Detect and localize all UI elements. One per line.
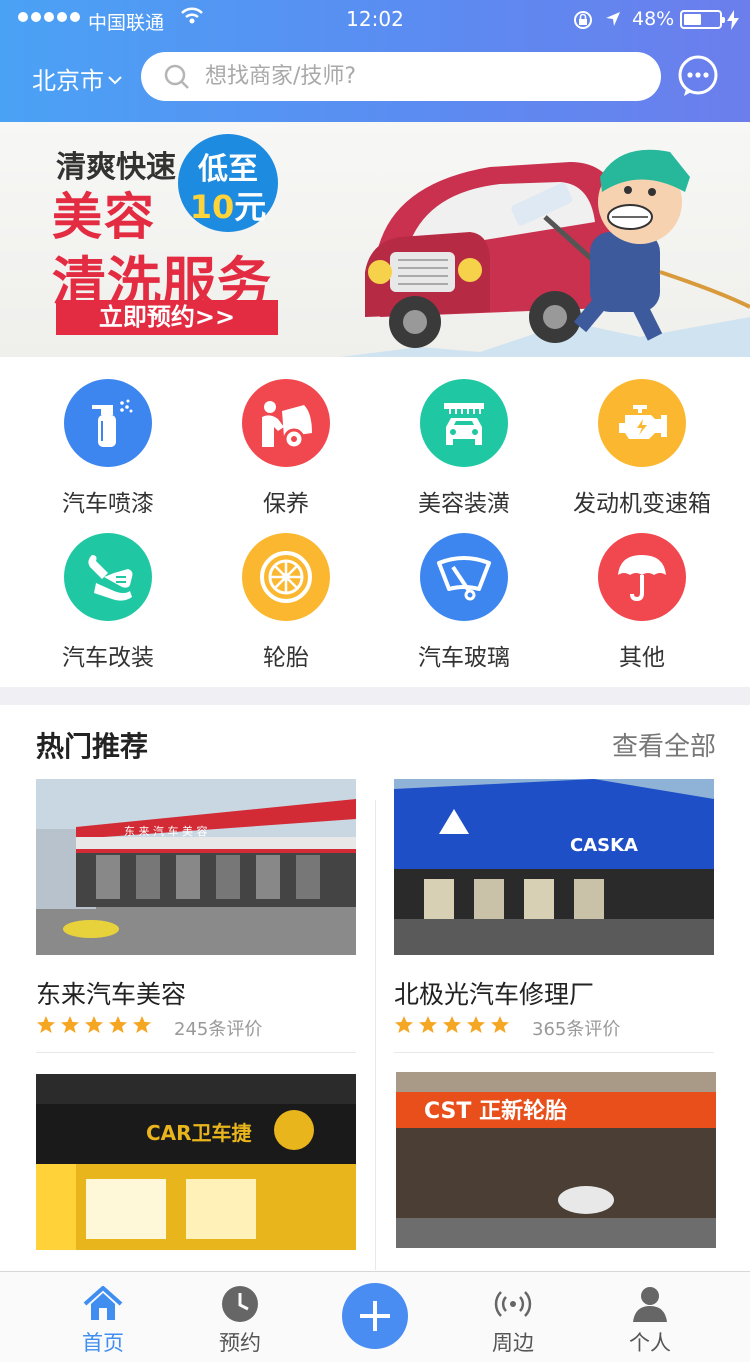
shop-photo: CASKA: [394, 779, 714, 955]
shop-sign-text: CAR卫车捷: [146, 1121, 253, 1145]
star-icon: [37, 1016, 55, 1033]
tab-label: 预约: [219, 1331, 261, 1355]
tab-home[interactable]: 首页: [38, 1272, 168, 1362]
search-icon: [164, 64, 189, 89]
status-bar: 中国联通 12:02 48%: [0, 0, 750, 40]
star-icon: [109, 1016, 127, 1033]
category-label: 汽车改装: [62, 645, 154, 671]
shop-sign-text: CASKA: [570, 835, 638, 856]
tab-label: 首页: [82, 1331, 124, 1355]
category-icon-circle: [64, 533, 152, 621]
city-label: 北京市: [32, 67, 104, 95]
tab-label: 周边: [492, 1331, 534, 1355]
star-icon: [419, 1016, 437, 1033]
star-icon: [491, 1016, 509, 1033]
category-icon-circle: [420, 533, 508, 621]
category-icon-circle: [242, 379, 330, 467]
category-label: 汽车玻璃: [418, 645, 510, 671]
shop-photo: 东 来 汽 车 美 容: [36, 779, 356, 955]
search-input[interactable]: [205, 64, 625, 89]
category-car-paint[interactable]: 汽车喷漆: [18, 357, 198, 517]
tab-booking[interactable]: 预约: [175, 1272, 305, 1362]
battery-percent: 48%: [632, 8, 675, 30]
category-icon-circle: [598, 533, 686, 621]
category-icon-circle: [64, 379, 152, 467]
promo-banner[interactable]: 清爽快速 美容 清洗服务 低至 10元 立即预约>>: [0, 122, 750, 357]
battery-icon: [680, 10, 725, 29]
row-divider: [36, 1052, 356, 1053]
category-label: 轮胎: [263, 645, 309, 671]
category-engine-gearbox[interactable]: 发动机变速箱: [552, 357, 732, 517]
plus-icon: [360, 1301, 390, 1331]
shop-card-beijiguang[interactable]: CASKA 北极光汽车修理厂 365条评价: [394, 779, 714, 1040]
car-wash-icon: [444, 403, 484, 445]
radar-icon: [494, 1291, 532, 1317]
city-selector[interactable]: 北京市: [32, 61, 122, 96]
view-all-link[interactable]: 查看全部: [612, 726, 716, 763]
app-root: 中国联通 12:02 48% 北京市 清爽快速 美容 清洗服务 低至 10元 立…: [0, 0, 750, 1362]
shop-sign-text: 东 来 汽 车 美 容: [124, 824, 207, 838]
star-icon: [443, 1016, 461, 1033]
tab-nearby[interactable]: 周边: [448, 1272, 578, 1362]
wrench-hand-icon: [88, 555, 133, 601]
rating-stars: [394, 1015, 510, 1035]
car-repair-icon: [262, 401, 312, 450]
star-icon: [467, 1016, 485, 1033]
wiper-icon: [437, 556, 491, 601]
bubble-unit: 元: [234, 188, 267, 226]
search-bar[interactable]: [141, 52, 661, 101]
chevron-down-icon: [108, 75, 122, 84]
top-header: 中国联通 12:02 48% 北京市: [0, 0, 750, 122]
star-icon: [85, 1016, 103, 1033]
tab-profile[interactable]: 个人: [585, 1272, 715, 1362]
category-modification[interactable]: 汽车改装: [18, 511, 198, 671]
star-icon: [61, 1016, 79, 1033]
shop-card-donglai[interactable]: 东 来 汽 车 美 容 东来汽车美容 245条评价: [36, 779, 356, 1040]
engine-icon: [619, 405, 667, 439]
category-label: 其他: [619, 645, 665, 671]
star-icon: [395, 1016, 413, 1033]
review-count: 365条评价: [532, 1019, 621, 1040]
category-other[interactable]: 其他: [552, 511, 732, 671]
clock-icon: [222, 1286, 258, 1322]
shop-name: 东来汽车美容: [36, 980, 187, 1009]
category-maintenance[interactable]: 保养: [196, 357, 376, 517]
rotation-lock-icon: [574, 11, 592, 29]
bubble-num: 10: [189, 188, 235, 226]
row-divider: [394, 1052, 714, 1053]
category-beauty-decor[interactable]: 美容装潢: [374, 357, 554, 517]
shop-photo: CST 正新轮胎: [396, 1072, 716, 1248]
category-tire[interactable]: 轮胎: [196, 511, 376, 671]
shop-card-cst[interactable]: CST 正新轮胎: [396, 1072, 716, 1248]
tab-label: 个人: [629, 1331, 671, 1355]
umbrella-icon: [618, 555, 666, 602]
shop-name: 北极光汽车修理厂: [394, 980, 595, 1009]
price-bubble: 低至 10元: [178, 134, 278, 232]
column-divider: [375, 800, 376, 1270]
category-grid: 汽车喷漆 保养 美容装潢 发动机变速箱 汽车改装 轮胎 汽车玻璃 其他: [0, 357, 750, 687]
shop-sign-text: CST 正新轮胎: [424, 1098, 567, 1124]
location-arrow-icon: [606, 12, 620, 26]
category-icon-circle: [598, 379, 686, 467]
category-icon-circle: [242, 533, 330, 621]
section-divider: [0, 687, 750, 705]
spray-bottle-icon: [92, 399, 133, 447]
person-icon: [633, 1287, 667, 1322]
star-icon: [133, 1016, 151, 1033]
message-icon[interactable]: [676, 54, 720, 98]
tire-icon: [260, 551, 312, 603]
category-icon-circle: [420, 379, 508, 467]
book-now-button[interactable]: 立即预约>>: [56, 300, 278, 335]
add-button[interactable]: [342, 1283, 408, 1349]
home-icon: [83, 1286, 123, 1320]
section-title: 热门推荐: [36, 730, 149, 763]
shop-photo: CAR卫车捷: [36, 1074, 356, 1250]
category-glass[interactable]: 汽车玻璃: [374, 511, 554, 671]
rating-stars: [36, 1015, 152, 1035]
bubble-price: 10元: [178, 182, 278, 228]
review-count: 245条评价: [174, 1019, 263, 1040]
shop-card-weichejie[interactable]: CAR卫车捷: [36, 1074, 356, 1250]
charging-icon: [727, 10, 739, 30]
car-wash-illustration: [340, 149, 750, 357]
